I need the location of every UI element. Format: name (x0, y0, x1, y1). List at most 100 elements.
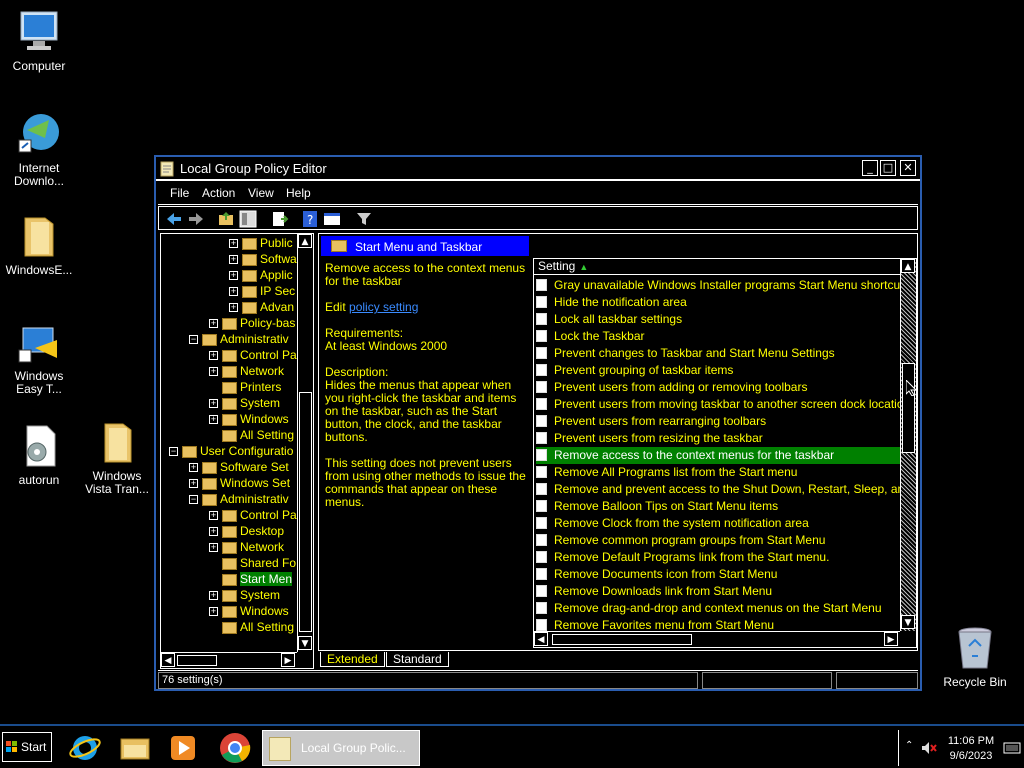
expand-icon[interactable]: + (229, 239, 238, 249)
list-scroll-thumb[interactable] (902, 363, 915, 453)
list-horizontal-scrollbar[interactable]: ◀ ▶ (534, 631, 900, 647)
back-arrow-icon[interactable] (165, 210, 183, 228)
desktop-icon-autorun[interactable]: autorun (0, 422, 78, 487)
expand-icon[interactable]: + (209, 527, 218, 537)
scroll-down-arrow[interactable]: ▼ (298, 636, 312, 650)
tree-node[interactable]: + Windows (209, 604, 289, 620)
minimize-button[interactable]: _ (862, 160, 878, 176)
setting-row[interactable]: Hide the notification area (536, 294, 900, 311)
expand-icon[interactable]: + (209, 399, 218, 409)
setting-row[interactable]: Prevent users from moving taskbar to ano… (536, 396, 900, 413)
tree-node[interactable]: Shared Fo (209, 556, 296, 572)
tree-node[interactable]: − Administrativ (189, 492, 289, 508)
setting-row[interactable]: Prevent changes to Taskbar and Start Men… (536, 345, 900, 362)
tree-node[interactable]: + System (209, 396, 280, 412)
scroll-right-arrow[interactable]: ▶ (884, 632, 898, 646)
tree-hscroll-thumb[interactable] (177, 655, 217, 666)
policy-setting-link[interactable]: policy setting (349, 300, 418, 314)
tree-node[interactable]: Printers (209, 380, 281, 396)
collapse-icon[interactable]: − (169, 447, 178, 457)
tree-node[interactable]: + Softwa (229, 252, 297, 268)
export-list-icon[interactable] (271, 210, 289, 228)
maximize-button[interactable]: □ (880, 160, 896, 176)
menu-help[interactable]: Help (286, 186, 311, 200)
tree-node[interactable]: − Administrativ (189, 332, 289, 348)
media-player-icon[interactable] (166, 731, 200, 765)
tree-node[interactable]: + Windows (209, 412, 289, 428)
setting-row[interactable]: Prevent users from resizing the taskbar (536, 430, 900, 447)
taskbar-item-group-policy-editor[interactable]: Local Group Polic... (262, 730, 420, 766)
list-hscroll-thumb[interactable] (552, 634, 692, 645)
scroll-up-arrow[interactable]: ▲ (298, 234, 312, 248)
up-folder-icon[interactable] (217, 210, 235, 228)
list-vertical-scrollbar[interactable]: ▲ ▼ (900, 259, 916, 631)
desktop-icon-windows-easy-transfer[interactable]: Windows Easy T... (0, 318, 78, 396)
setting-row[interactable]: Lock all taskbar settings (536, 311, 900, 328)
menu-file[interactable]: File (170, 186, 189, 200)
tree-node[interactable]: + Policy-bas (209, 316, 295, 332)
properties-icon[interactable] (323, 210, 341, 228)
setting-row[interactable]: Remove Balloon Tips on Start Menu items (536, 498, 900, 515)
expand-icon[interactable]: + (209, 351, 218, 361)
setting-row[interactable]: Remove Clock from the system notificatio… (536, 515, 900, 532)
clock-time[interactable]: 11:06 PM (945, 735, 997, 747)
expand-icon[interactable]: + (209, 607, 218, 617)
scroll-down-arrow[interactable]: ▼ (901, 615, 915, 629)
scroll-up-arrow[interactable]: ▲ (901, 259, 915, 273)
close-button[interactable]: ✕ (900, 160, 916, 176)
window-titlebar[interactable]: Local Group Policy Editor _ □ ✕ (156, 157, 920, 181)
expand-icon[interactable]: + (229, 287, 238, 297)
show-hidden-icons-chevron-icon[interactable]: ⌃ (905, 740, 913, 751)
expand-icon[interactable]: + (209, 591, 218, 601)
setting-row[interactable]: Remove and prevent access to the Shut Do… (536, 481, 900, 498)
filter-icon[interactable] (355, 210, 373, 228)
setting-row[interactable]: Prevent grouping of taskbar items (536, 362, 900, 379)
expand-icon[interactable]: + (209, 319, 218, 329)
menu-view[interactable]: View (248, 186, 274, 200)
tree-horizontal-scrollbar[interactable]: ◀ ▶ (161, 652, 297, 668)
chrome-icon[interactable] (218, 731, 252, 765)
tree-node[interactable]: + Control Pa (209, 348, 297, 364)
expand-icon[interactable]: + (189, 463, 198, 473)
tab-extended[interactable]: Extended (320, 652, 385, 667)
tab-standard[interactable]: Standard (386, 652, 449, 667)
tree-vertical-scrollbar[interactable]: ▲ ▼ (297, 234, 313, 652)
show-desktop-icon[interactable] (1003, 742, 1021, 754)
tree-node[interactable]: + Advan (229, 300, 294, 316)
column-header-setting[interactable]: Setting ▲ (534, 259, 900, 275)
setting-row[interactable]: Prevent users from adding or removing to… (536, 379, 900, 396)
collapse-icon[interactable]: − (189, 335, 198, 345)
tree-node[interactable]: + Windows Set (189, 476, 290, 492)
tree-node[interactable]: + IP Sec (229, 284, 295, 300)
expand-icon[interactable]: + (229, 271, 238, 281)
setting-row[interactable]: Lock the Taskbar (536, 328, 900, 345)
forward-arrow-icon[interactable] (187, 210, 205, 228)
tree-node[interactable]: + Network (209, 540, 284, 556)
tree-node[interactable]: + System (209, 588, 280, 604)
tree-node[interactable]: + Network (209, 364, 284, 380)
setting-row[interactable]: Gray unavailable Windows Installer progr… (536, 277, 900, 294)
start-button[interactable]: Start (2, 732, 52, 762)
tree-node[interactable]: + Software Set (189, 460, 289, 476)
scroll-right-arrow[interactable]: ▶ (281, 653, 295, 667)
tree-scroll-thumb[interactable] (299, 392, 312, 632)
show-hide-tree-icon[interactable] (239, 210, 257, 228)
tree-node[interactable]: Start Men (209, 572, 293, 588)
speaker-muted-icon[interactable] (921, 740, 937, 756)
expand-icon[interactable]: + (209, 367, 218, 377)
tree-node[interactable]: All Setting (209, 428, 294, 444)
expand-icon[interactable]: + (229, 255, 238, 265)
tree-node[interactable]: − User Configuratio (169, 444, 293, 460)
setting-row[interactable]: Prevent users from rearranging toolbars (536, 413, 900, 430)
expand-icon[interactable]: + (209, 511, 218, 521)
setting-row[interactable]: Remove Downloads link from Start Menu (536, 583, 900, 600)
expand-icon[interactable]: + (189, 479, 198, 489)
setting-row[interactable]: Remove drag-and-drop and context menus o… (536, 600, 900, 617)
setting-row[interactable]: Remove Default Programs link from the St… (536, 549, 900, 566)
menu-action[interactable]: Action (202, 186, 235, 200)
internet-explorer-icon[interactable] (68, 731, 102, 765)
desktop-icon-windowse[interactable]: WindowsE... (0, 212, 78, 277)
desktop-icon-computer[interactable]: Computer (0, 8, 78, 73)
desktop-icon-internet-download[interactable]: Internet Downlo... (0, 110, 78, 188)
expand-icon[interactable]: + (229, 303, 238, 313)
